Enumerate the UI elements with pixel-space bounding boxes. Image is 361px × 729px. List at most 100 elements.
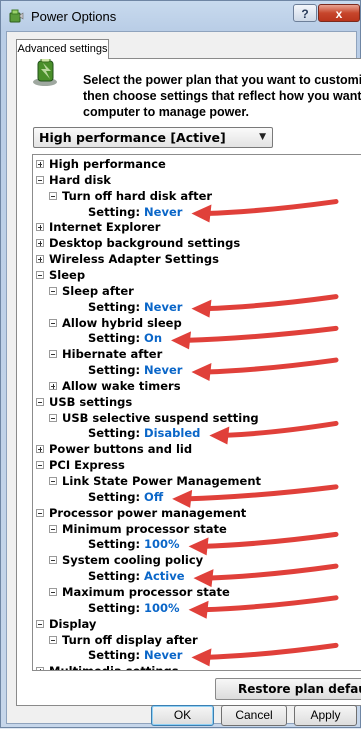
expand-icon[interactable] — [36, 667, 44, 670]
settings-tree[interactable]: High performance Hard disk Turn off hard d… — [32, 154, 361, 671]
collapse-icon[interactable] — [49, 350, 57, 359]
tree-node[interactable]: Link State Power Management — [49, 474, 261, 489]
collapse-icon[interactable] — [49, 286, 57, 295]
setting-value-link[interactable]: Active — [144, 569, 184, 583]
setting-label: Setting: — [88, 489, 145, 504]
setting-value-link[interactable]: Never — [144, 363, 182, 377]
setting-value-link[interactable]: Never — [144, 300, 182, 314]
tree-node[interactable]: Internet Explorer — [36, 220, 160, 235]
tree-node[interactable]: Hibernate after — [49, 347, 162, 362]
tree-node-label: Processor power management — [49, 505, 247, 520]
tree-node[interactable]: Turn off display after — [49, 633, 198, 648]
tree-node[interactable]: Allow wake timers — [49, 379, 181, 394]
tree-node[interactable]: Processor power management — [36, 506, 246, 521]
collapse-icon[interactable] — [49, 191, 57, 200]
tree-node[interactable]: Hard disk — [36, 173, 111, 188]
collapse-icon[interactable] — [36, 461, 44, 470]
setting-value-link[interactable]: Disabled — [144, 426, 200, 440]
tree-setting-row[interactable]: Setting: 100% — [88, 537, 180, 552]
power-options-icon — [9, 9, 24, 23]
tree-node-label: USB selective suspend setting — [62, 410, 259, 425]
title-bar[interactable]: Power Options ? x — [1, 1, 361, 31]
tree-node[interactable]: Power buttons and lid — [36, 442, 192, 457]
tree-node-label: Turn off hard disk after — [62, 188, 213, 203]
tree-setting-row[interactable]: Setting: On — [88, 331, 162, 346]
setting-value-link[interactable]: Off — [144, 490, 163, 504]
collapse-icon[interactable] — [49, 413, 57, 422]
tree-node[interactable]: USB settings — [36, 395, 132, 410]
collapse-icon[interactable] — [49, 587, 57, 596]
power-options-window: Power Options ? x Advanced settings Sele… — [0, 0, 361, 728]
tree-node-label: Allow hybrid sleep — [62, 315, 182, 330]
tree-node-label: High performance — [49, 157, 166, 171]
tree-node[interactable]: Turn off hard disk after — [49, 189, 212, 204]
expand-icon[interactable] — [36, 223, 44, 232]
collapse-icon[interactable] — [49, 477, 57, 485]
tab-advanced-settings[interactable]: Advanced settings — [16, 39, 109, 59]
expand-icon[interactable] — [36, 445, 44, 454]
tree-setting-row[interactable]: Setting: Never — [88, 300, 182, 315]
power-plan-select[interactable]: High performance [Active] ▼ — [33, 127, 273, 148]
collapse-icon[interactable] — [36, 175, 44, 184]
tree-node[interactable]: Allow hybrid sleep — [49, 316, 182, 331]
tree-node[interactable]: PCI Express — [36, 458, 125, 473]
ok-button[interactable]: OK — [151, 705, 214, 726]
apply-button[interactable]: Apply — [294, 705, 357, 726]
setting-label: Setting: — [88, 331, 145, 346]
collapse-icon[interactable] — [36, 270, 44, 279]
restore-plan-defaults-button[interactable]: Restore plan default — [215, 678, 361, 700]
tree-node[interactable]: Multimedia settings — [36, 664, 179, 670]
tree-node[interactable]: Wireless Adapter Settings — [36, 252, 219, 267]
tree-node-label: Hard disk — [49, 172, 111, 187]
setting-value-link[interactable]: 100% — [144, 601, 180, 615]
expand-icon[interactable] — [36, 239, 44, 248]
collapse-icon[interactable] — [36, 619, 44, 628]
help-button[interactable]: ? — [293, 4, 317, 22]
chevron-down-icon[interactable]: ▼ — [259, 128, 266, 147]
tree-setting-row[interactable]: Setting: Never — [88, 205, 182, 220]
window-title: Power Options — [31, 9, 117, 24]
tree-node-label: Multimedia settings — [49, 664, 179, 670]
tree-node-label: USB settings — [49, 394, 133, 409]
instructions-line-3: computer to manage power. — [83, 105, 250, 119]
tree-node-label: PCI Express — [49, 458, 125, 473]
collapse-icon[interactable] — [49, 635, 57, 644]
setting-label: Setting: — [88, 363, 145, 378]
setting-value-link[interactable]: Never — [144, 205, 182, 219]
tree-node[interactable]: Sleep — [36, 268, 85, 283]
setting-label: Setting: — [88, 537, 145, 552]
tree-setting-row[interactable]: Setting: Off — [88, 490, 163, 505]
tree-node[interactable]: Maximum processor state — [49, 585, 230, 600]
tree-setting-row[interactable]: Setting: 100% — [88, 601, 180, 616]
tree-setting-row[interactable]: Setting: Never — [88, 363, 182, 378]
tree-setting-row[interactable]: Setting: Active — [88, 569, 185, 584]
setting-value-link[interactable]: On — [144, 331, 162, 345]
tree-setting-row[interactable]: Setting: Never — [88, 648, 182, 663]
collapse-icon[interactable] — [49, 524, 57, 533]
tree-node-label: Maximum processor state — [62, 584, 230, 599]
cancel-button[interactable]: Cancel — [221, 705, 287, 726]
tree-node[interactable]: USB selective suspend setting — [49, 411, 259, 426]
expand-icon[interactable] — [36, 160, 44, 168]
setting-label: Setting: — [88, 426, 145, 441]
expand-icon[interactable] — [49, 381, 57, 390]
expand-icon[interactable] — [36, 255, 44, 264]
setting-value-link[interactable]: 100% — [144, 537, 180, 551]
tree-node[interactable]: Desktop background settings — [36, 236, 240, 251]
setting-label: Setting: — [88, 204, 145, 219]
tree-node[interactable]: Display — [36, 617, 96, 632]
close-button[interactable]: x — [318, 4, 360, 22]
tree-node[interactable]: High performance — [36, 157, 166, 172]
tree-node[interactable]: Sleep after — [49, 284, 134, 299]
instructions-line-2: then choose settings that reflect how yo… — [83, 89, 361, 103]
tree-node-label: System cooling policy — [62, 553, 204, 568]
tree-node[interactable]: System cooling policy — [49, 553, 203, 568]
collapse-icon[interactable] — [36, 508, 44, 517]
collapse-icon[interactable] — [36, 397, 44, 406]
tree-node-label: Power buttons and lid — [49, 442, 193, 457]
collapse-icon[interactable] — [49, 556, 57, 565]
collapse-icon[interactable] — [49, 318, 57, 327]
tree-setting-row[interactable]: Setting: Disabled — [88, 426, 200, 441]
setting-value-link[interactable]: Never — [144, 648, 182, 662]
tree-node[interactable]: Minimum processor state — [49, 522, 227, 537]
